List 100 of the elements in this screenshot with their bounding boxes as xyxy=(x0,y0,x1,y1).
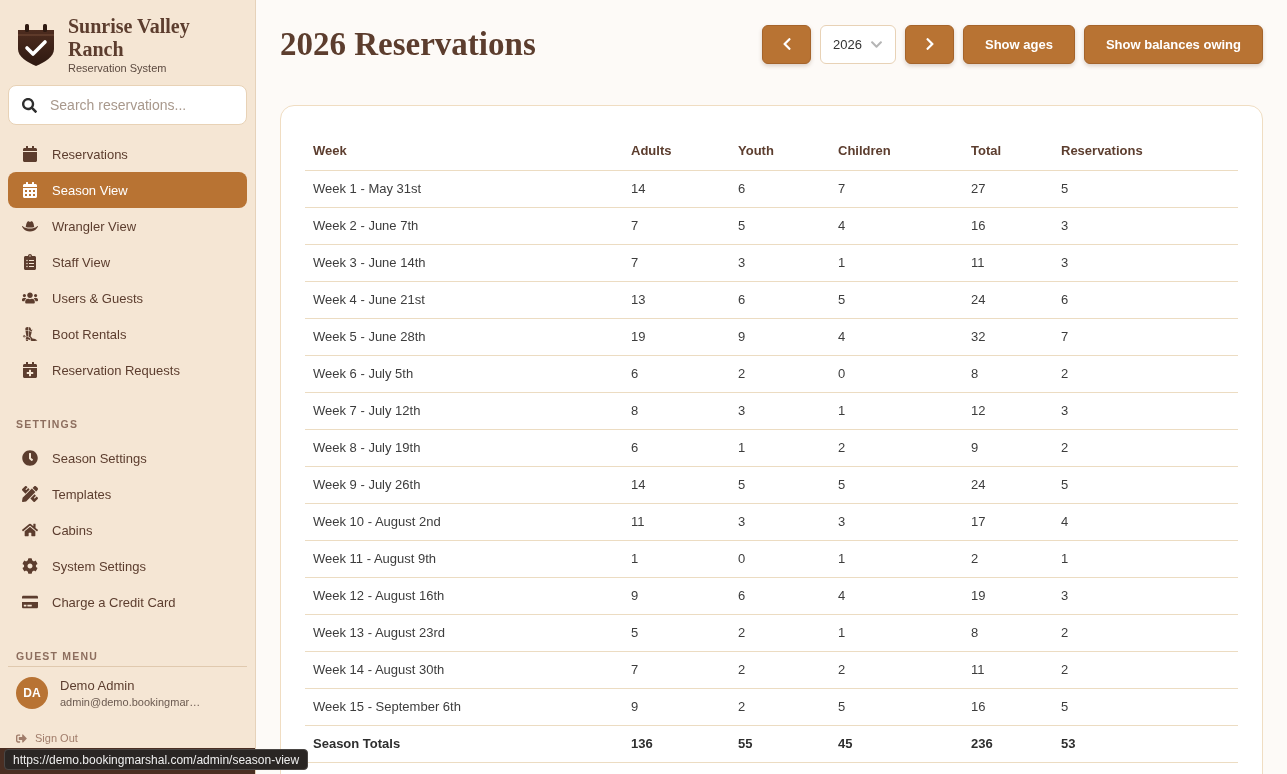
table-cell: 17 xyxy=(963,503,1053,540)
section-heading: GUEST MENU xyxy=(8,650,247,667)
table-cell: 2 xyxy=(1053,614,1238,651)
page-title: 2026 Reservations xyxy=(280,25,536,63)
column-header: Week xyxy=(305,131,623,170)
table-cell: Week 9 - July 26th xyxy=(305,466,623,503)
table-cell: 4 xyxy=(830,318,963,355)
table-cell: 11 xyxy=(623,503,730,540)
table-cell: 5 xyxy=(830,688,963,725)
clock-icon xyxy=(22,450,38,466)
nav-item[interactable]: Season View xyxy=(8,172,247,208)
nav-item[interactable]: Charge a Credit Card xyxy=(8,584,247,620)
nav-item[interactable]: Templates xyxy=(8,476,247,512)
table-cell: Week 1 - May 31st xyxy=(305,170,623,207)
table-cell: 8 xyxy=(623,392,730,429)
table-cell: 6 xyxy=(730,577,830,614)
table-cell: 2 xyxy=(1053,429,1238,466)
table-cell: 5 xyxy=(1053,688,1238,725)
nav-item[interactable]: Season Settings xyxy=(8,440,247,476)
section-heading: SETTINGS xyxy=(15,418,80,430)
previous-button[interactable] xyxy=(762,24,811,64)
chevron-right-icon xyxy=(923,37,936,51)
table-cell: 3 xyxy=(730,503,830,540)
table-cell: 16 xyxy=(963,688,1053,725)
nav-item[interactable]: Staff View xyxy=(8,244,247,280)
column-header: Youth xyxy=(730,131,830,170)
table-cell: 2 xyxy=(730,355,830,392)
next-button[interactable] xyxy=(905,24,954,64)
table-cell: 1 xyxy=(830,614,963,651)
column-header: Reservations xyxy=(1053,131,1238,170)
total-cell: 236 xyxy=(963,725,1053,762)
table-cell: Week 15 - September 6th xyxy=(305,688,623,725)
table-cell: 9 xyxy=(730,318,830,355)
nav-item[interactable]: System Settings xyxy=(8,548,247,584)
table-cell: 16 xyxy=(963,207,1053,244)
table-cell: Week 4 - June 21st xyxy=(305,281,623,318)
table-cell: Week 13 - August 23rd xyxy=(305,614,623,651)
table-cell: 1 xyxy=(830,244,963,281)
table-cell: 4 xyxy=(830,207,963,244)
nav-item[interactable]: Users & Guests xyxy=(8,280,247,316)
column-header: Total xyxy=(963,131,1053,170)
search-field[interactable]: Search reservations... xyxy=(8,85,247,125)
boot-icon xyxy=(22,326,38,342)
table-cell: 7 xyxy=(623,244,730,281)
calendar-icon xyxy=(22,146,38,162)
table-cell: 3 xyxy=(1053,207,1238,244)
brand-subtitle: Reservation System xyxy=(68,61,168,75)
table-cell: 12 xyxy=(963,392,1053,429)
table-cell: 24 xyxy=(963,466,1053,503)
table-cell: 7 xyxy=(623,651,730,688)
table-cell: Week 8 - July 19th xyxy=(305,429,623,466)
table-cell: Week 6 - July 5th xyxy=(305,355,623,392)
year-select[interactable]: 2026 xyxy=(820,24,896,64)
column-header: Adults xyxy=(623,131,730,170)
table-cell: 14 xyxy=(623,170,730,207)
table-cell: Week 2 - June 7th xyxy=(305,207,623,244)
credit-card-icon xyxy=(22,594,38,610)
table-cell: 3 xyxy=(1053,244,1238,281)
table-cell: 1 xyxy=(623,540,730,577)
table-cell: 2 xyxy=(730,614,830,651)
total-cell: 45 xyxy=(830,725,963,762)
brand-title: Sunrise Valley Ranch xyxy=(68,15,191,61)
table-cell: 2 xyxy=(1053,651,1238,688)
table-cell: 24 xyxy=(963,281,1053,318)
table-cell: 0 xyxy=(830,355,963,392)
table-cell: 4 xyxy=(1053,503,1238,540)
table-cell: 5 xyxy=(830,281,963,318)
table-cell: 2 xyxy=(830,429,963,466)
nav-item[interactable]: Cabins xyxy=(8,512,247,548)
table-cell: 9 xyxy=(623,688,730,725)
user-email: admin@demo.bookingmar… xyxy=(60,695,201,709)
nav-item[interactable]: Reservation Requests xyxy=(8,352,247,388)
table-cell: Week 12 - August 16th xyxy=(305,577,623,614)
total-cell: 136 xyxy=(623,725,730,762)
nav-item[interactable]: Wrangler View xyxy=(8,208,247,244)
table-cell: Week 5 - June 28th xyxy=(305,318,623,355)
table-cell: 27 xyxy=(963,170,1053,207)
nav-item[interactable]: Reservations xyxy=(8,136,247,172)
table-cell: 5 xyxy=(830,466,963,503)
table-cell: 6 xyxy=(623,429,730,466)
table-cell: 5 xyxy=(730,207,830,244)
user-name: Demo Admin xyxy=(60,677,136,693)
url-tooltip: https://demo.bookingmarshal.com/admin/season-view xyxy=(4,749,309,770)
table-cell: 1 xyxy=(1053,540,1238,577)
table-cell: 6 xyxy=(730,170,830,207)
table-cell: 7 xyxy=(1053,318,1238,355)
table-cell: 3 xyxy=(730,244,830,281)
table-cell: 13 xyxy=(623,281,730,318)
cowboy-hat-icon xyxy=(22,218,38,234)
action-button[interactable]: Show ages xyxy=(963,24,1075,64)
settings-icon xyxy=(22,558,38,574)
search-icon xyxy=(22,98,37,113)
action-button[interactable]: Show balances owing xyxy=(1083,24,1263,64)
sign-out-icon xyxy=(16,732,27,744)
table-cell: 6 xyxy=(730,281,830,318)
table-cell: 0 xyxy=(730,540,830,577)
user-avatar: DA xyxy=(16,677,48,709)
users-icon xyxy=(22,290,38,306)
nav-item[interactable]: Boot Rentals xyxy=(8,316,247,352)
table-cell: 7 xyxy=(623,207,730,244)
